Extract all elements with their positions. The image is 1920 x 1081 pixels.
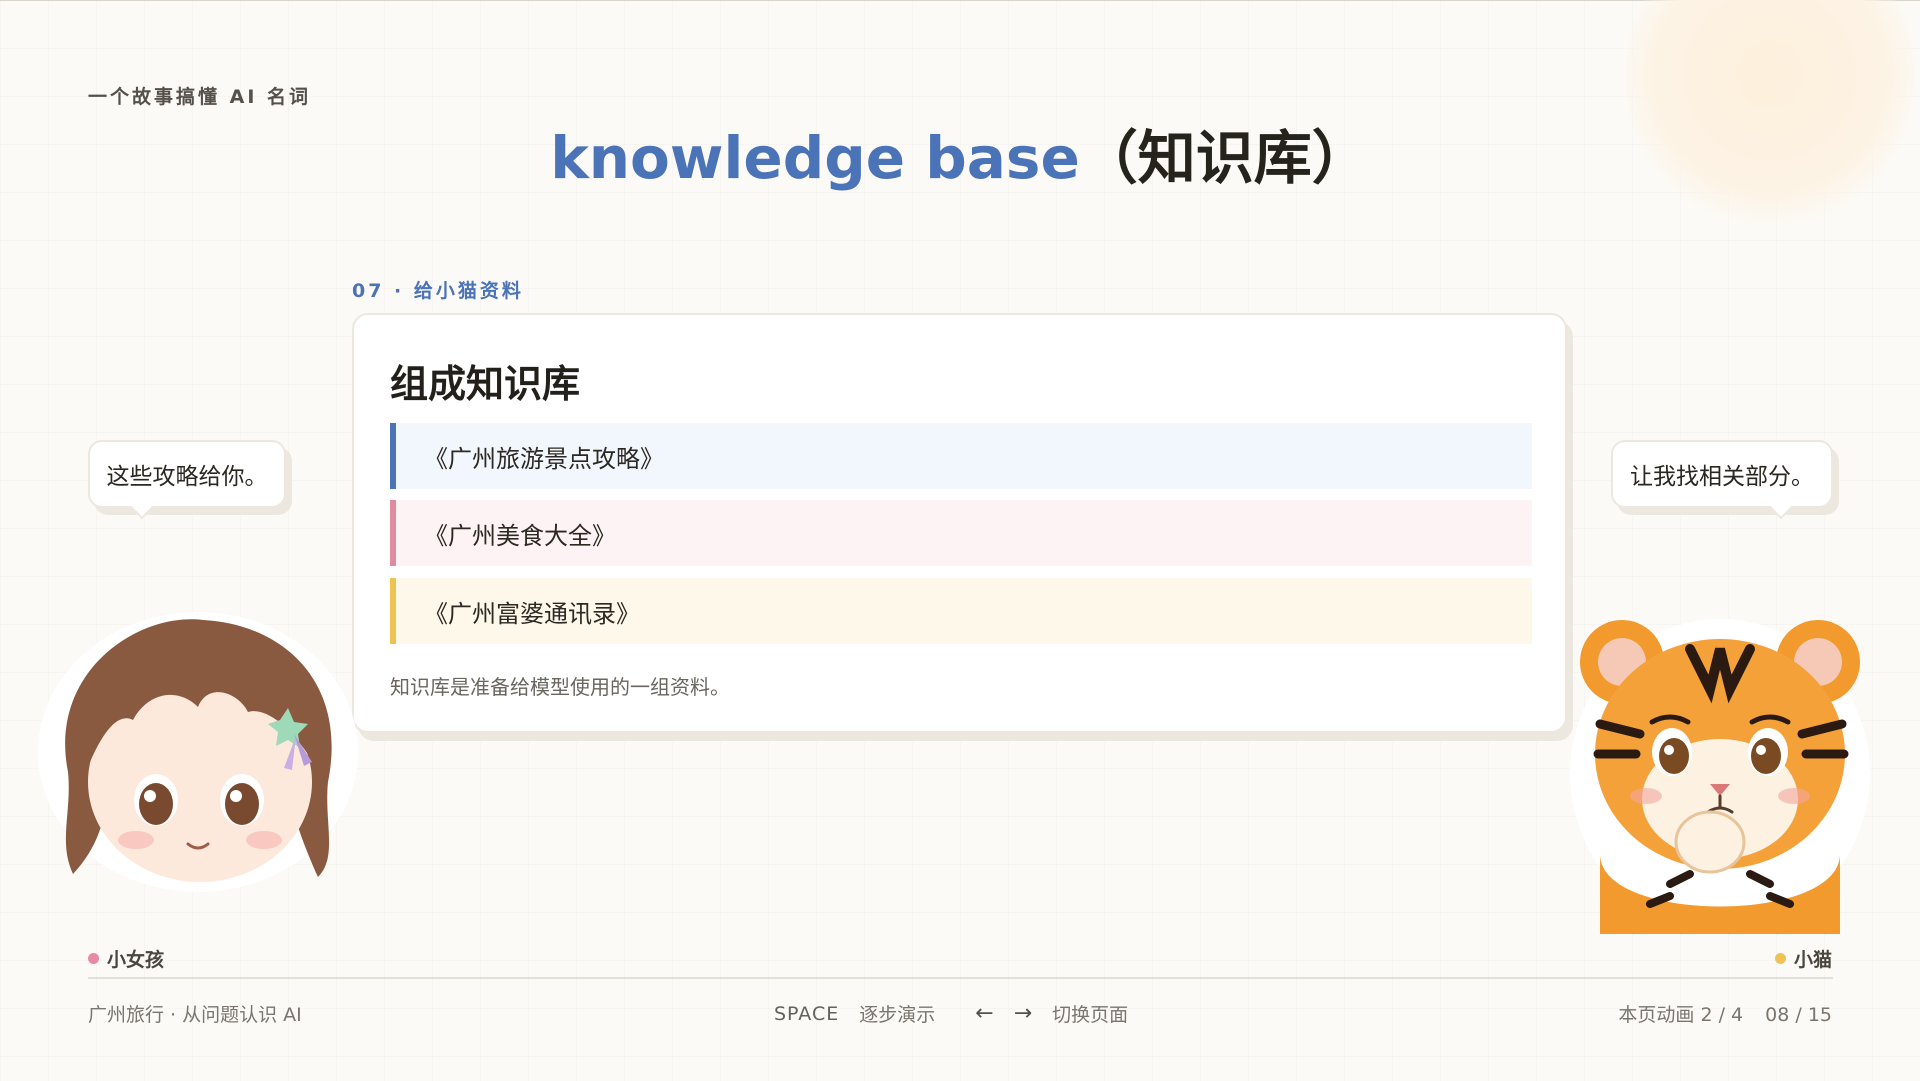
footer-divider [88, 977, 1833, 979]
list-item-label: 《广州富婆通讯录》 [424, 599, 640, 628]
page-counter: 08 / 15 [1765, 1004, 1832, 1026]
card-title: 组成知识库 [390, 362, 581, 406]
character-name-label: 小猫 [1793, 949, 1832, 971]
list-item: 《广州旅游景点攻略》 [390, 423, 1532, 489]
arrow-key-action: 切换页面 [1052, 1004, 1129, 1026]
footer-controls-hint: SPACE 逐步演示 ← → 切换页面 [774, 1000, 1128, 1027]
arrow-right-icon[interactable]: → [1014, 1001, 1032, 1026]
speech-bubble-girl: 这些攻略给你。 [88, 440, 286, 520]
arrow-left-icon[interactable]: ← [975, 1001, 993, 1026]
page-title-english: knowledge base [550, 124, 1080, 192]
page-title: knowledge base（知识库） [0, 118, 1920, 198]
animation-counter: 本页动画 2 / 4 [1618, 1004, 1744, 1026]
yellow-dot-icon [1774, 953, 1786, 964]
card-note: 知识库是准备给模型使用的一组资料。 [390, 675, 730, 699]
character-name-label: 小女孩 [107, 949, 165, 971]
speech-bubble-tail [130, 496, 154, 520]
speech-bubble-text: 让我找相关部分。 [1630, 464, 1814, 490]
footer-progress: 本页动画 2 / 4 08 / 15 [1618, 1000, 1832, 1027]
speech-bubble-text: 这些攻略给你。 [106, 464, 268, 490]
girl-character-illustration [38, 612, 358, 892]
section-label: 07 · 给小猫资料 [352, 280, 524, 302]
list-item: 《广州富婆通讯录》 [390, 578, 1532, 644]
space-key-label[interactable]: SPACE [774, 1003, 839, 1025]
series-label: 一个故事搞懂 AI 名词 [88, 86, 312, 108]
character-name-cat: 小猫 [1774, 945, 1832, 972]
space-key-action: 逐步演示 [859, 1004, 936, 1026]
pink-dot-icon [88, 953, 99, 964]
content-card: 组成知识库 《广州旅游景点攻略》 《广州美食大全》 《广州富婆通讯录》 知识库是… [352, 313, 1567, 733]
page-title-chinese: （知识库） [1079, 124, 1370, 192]
speech-bubble-tail [1769, 496, 1793, 520]
list-item-label: 《广州美食大全》 [424, 521, 616, 550]
speech-bubble-cat: 让我找相关部分。 [1611, 440, 1833, 520]
tiger-cat-illustration [1570, 619, 1870, 934]
list-item: 《广州美食大全》 [390, 500, 1532, 566]
top-divider [0, 0, 1920, 1]
footer-course-title: 广州旅行 · 从问题认识 AI [88, 1004, 302, 1026]
character-name-girl: 小女孩 [88, 945, 164, 972]
list-item-label: 《广州旅游景点攻略》 [424, 444, 664, 473]
